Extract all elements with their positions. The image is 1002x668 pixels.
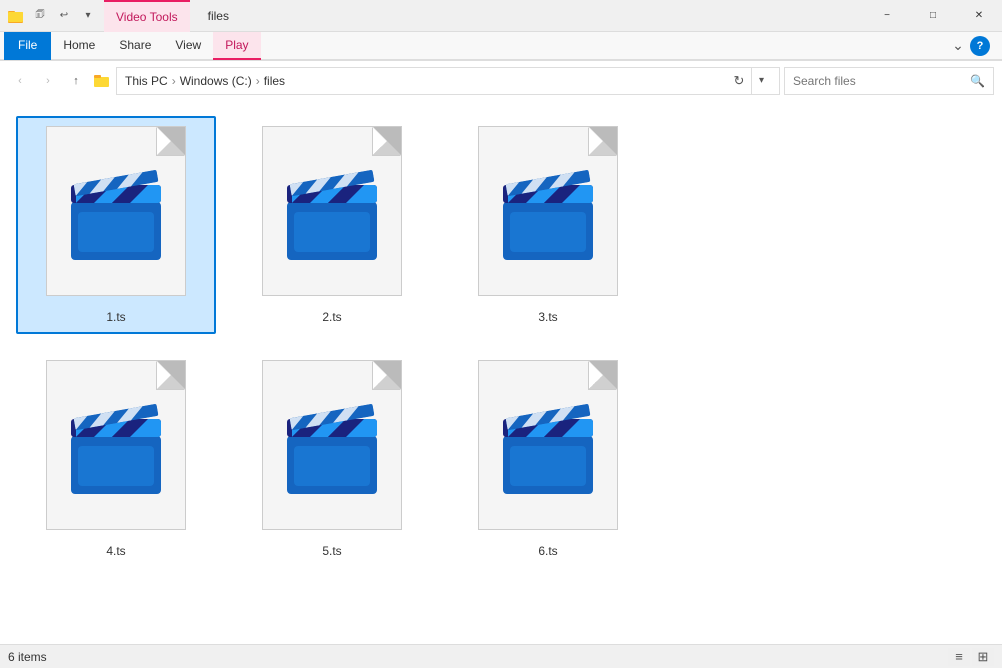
address-path-content: This PC › Windows (C:) › files — [125, 74, 727, 88]
up-button[interactable]: ↑ — [64, 69, 88, 93]
address-bar: ‹ › ↑ This PC › Windows (C:) › files ↻ ▾… — [0, 61, 1002, 101]
doc-shape — [46, 126, 186, 296]
back-button[interactable]: ‹ — [8, 69, 32, 93]
file-item[interactable]: 3.ts — [448, 116, 648, 334]
tab-view[interactable]: View — [163, 32, 213, 60]
address-path-box[interactable]: This PC › Windows (C:) › files ↻ ▾ — [116, 67, 780, 95]
list-view-button[interactable]: ≡ — [948, 648, 970, 666]
refresh-button[interactable]: ↻ — [727, 69, 751, 93]
address-dropdown[interactable]: ▾ — [751, 67, 771, 95]
file-grid: 1.ts — [8, 108, 994, 576]
file-label: 3.ts — [538, 310, 557, 324]
file-icon-wrapper — [36, 126, 196, 306]
ribbon-tabs: File Home Share View Play ⌄ ? — [0, 32, 1002, 60]
tab-share[interactable]: Share — [107, 32, 163, 60]
file-icon-wrapper — [36, 360, 196, 540]
item-count: 6 items — [8, 650, 47, 664]
file-icon-wrapper — [252, 126, 412, 306]
doc-shape — [262, 126, 402, 296]
view-buttons: ≡ ⊞ — [948, 648, 994, 666]
doc-corner — [157, 361, 185, 389]
doc-corner — [157, 127, 185, 155]
quick-access-btn-1[interactable]: 🗊 — [30, 6, 50, 26]
ribbon: File Home Share View Play ⌄ ? — [0, 32, 1002, 61]
status-bar: 6 items ≡ ⊞ — [0, 644, 1002, 668]
tab-file[interactable]: File — [4, 32, 51, 60]
file-label: 5.ts — [322, 544, 341, 558]
file-icon-wrapper — [468, 126, 628, 306]
file-item[interactable]: 4.ts — [16, 350, 216, 568]
video-tools-label: Video Tools — [104, 0, 190, 32]
file-label: 1.ts — [106, 310, 125, 324]
file-label: 2.ts — [322, 310, 341, 324]
folder-small-icon — [94, 74, 110, 88]
doc-corner — [373, 127, 401, 155]
file-label: 6.ts — [538, 544, 557, 558]
doc-corner — [589, 127, 617, 155]
search-icon: 🔍 — [970, 74, 985, 88]
doc-corner — [589, 361, 617, 389]
file-icon-wrapper — [252, 360, 412, 540]
quick-access-btn-2[interactable]: ↩ — [54, 6, 74, 26]
tab-play[interactable]: Play — [213, 32, 260, 60]
main-content: 1.ts — [0, 100, 1002, 644]
title-bar-left: 🗊 ↩ ▾ Video Tools files — [8, 0, 241, 32]
file-icon-wrapper — [468, 360, 628, 540]
doc-shape — [478, 126, 618, 296]
doc-shape — [262, 360, 402, 530]
doc-shape — [478, 360, 618, 530]
forward-button[interactable]: › — [36, 69, 60, 93]
search-input[interactable] — [793, 74, 966, 88]
search-box[interactable]: 🔍 — [784, 67, 994, 95]
window-title: files — [196, 9, 241, 23]
file-item[interactable]: 6.ts — [448, 350, 648, 568]
file-label: 4.ts — [106, 544, 125, 558]
file-item[interactable]: 2.ts — [232, 116, 432, 334]
maximize-button[interactable]: □ — [910, 0, 956, 32]
minimize-button[interactable]: − — [864, 0, 910, 32]
tab-home[interactable]: Home — [51, 32, 107, 60]
help-button[interactable]: ? — [970, 36, 990, 56]
quick-access-dropdown[interactable]: ▾ — [78, 6, 98, 26]
close-button[interactable]: ✕ — [956, 0, 1002, 32]
file-item[interactable]: 1.ts — [16, 116, 216, 334]
doc-corner — [373, 361, 401, 389]
folder-icon — [8, 8, 24, 24]
file-item[interactable]: 5.ts — [232, 350, 432, 568]
ribbon-expand-button[interactable]: ⌄ — [946, 34, 970, 58]
quick-access-toolbar: 🗊 ↩ ▾ — [30, 6, 98, 26]
grid-view-button[interactable]: ⊞ — [972, 648, 994, 666]
doc-shape — [46, 360, 186, 530]
title-bar: 🗊 ↩ ▾ Video Tools files − □ ✕ — [0, 0, 1002, 32]
window-controls: − □ ✕ — [864, 0, 1002, 32]
